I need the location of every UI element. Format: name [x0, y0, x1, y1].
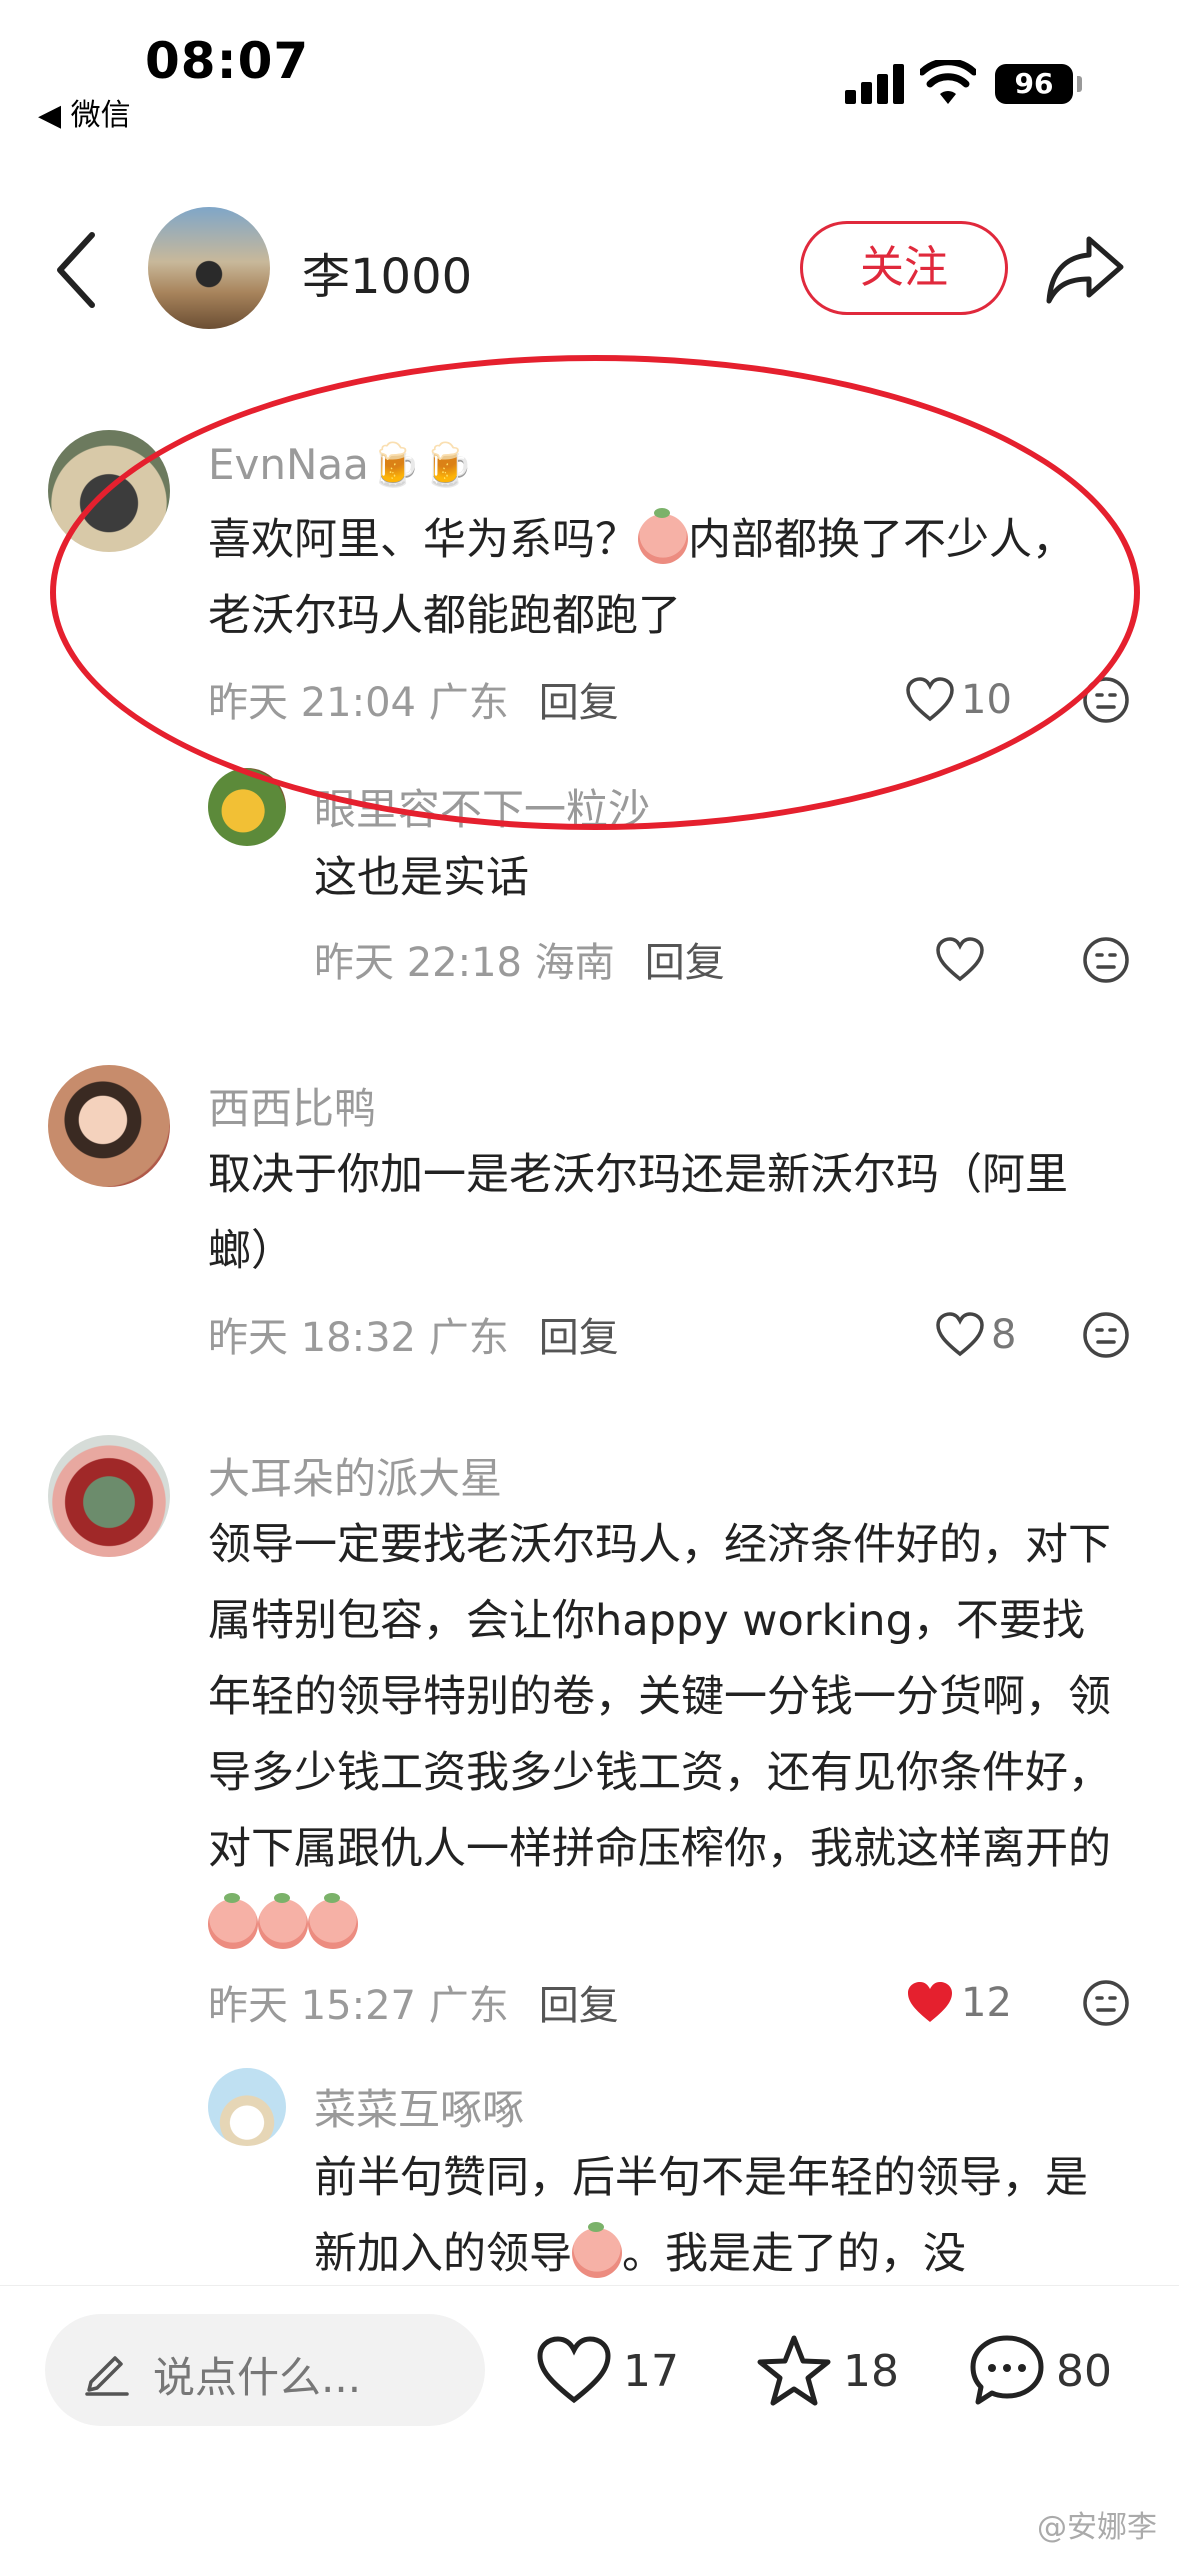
comment-text-part: 。我是走了的，没 [622, 2229, 966, 2279]
emoji-reaction-icon[interactable] [1082, 1311, 1130, 1359]
peach-emoji-icon [638, 508, 688, 564]
commenter-name[interactable]: EvnNaa🍺🍺 [208, 440, 474, 490]
status-time: 08:07 [145, 32, 310, 90]
peach-emoji-icon [572, 2222, 622, 2278]
pencil-icon [85, 2356, 129, 2396]
like-count: 8 [991, 1312, 1017, 1358]
reply-button[interactable]: 回复 [539, 1315, 619, 1361]
commenter-name[interactable]: 菜菜互啄啄 [314, 2076, 524, 2137]
like-count: 17 [623, 2345, 679, 2397]
commenter-name[interactable]: 眼里容不下一粒沙 [314, 776, 650, 837]
emoji-reaction-icon[interactable] [1082, 936, 1130, 984]
comment-meta: 昨天 22:18 海南 回复 [314, 930, 725, 988]
favorite-button[interactable]: 18 [755, 2326, 899, 2416]
comment-text: 这也是实话 [314, 853, 529, 903]
battery-tip [1077, 76, 1082, 92]
wifi-icon [920, 60, 976, 104]
battery-indicator: 96 [995, 64, 1073, 104]
comment-item: 西西比鸭 取决于你加一是老沃尔玛还是新沃尔玛（阿里螂） 昨天 18:32 广东回… [0, 1065, 1179, 1365]
profile-header: 李1000 关注 [0, 195, 1179, 345]
comments-button[interactable]: 80 [968, 2326, 1112, 2416]
author-username[interactable]: 李1000 [302, 237, 472, 307]
commenter-name[interactable]: 西西比鸭 [208, 1075, 376, 1136]
comment-time-location: 昨天 22:18 海南 [314, 940, 615, 986]
chat-bubble-icon [970, 2335, 1044, 2405]
comment-like-button[interactable]: 10 [905, 670, 1012, 730]
share-icon[interactable] [1045, 233, 1125, 305]
emoji-reaction-icon[interactable] [1082, 1979, 1130, 2027]
commenter-avatar[interactable] [208, 2068, 286, 2146]
comment-item: 大耳朵的派大星 领导一定要找老沃尔玛人，经济条件好的，对下属特别包容，会让你ha… [0, 1435, 1179, 2035]
comment-time-location: 昨天 18:32 广东 [208, 1315, 509, 1361]
status-bar: 08:07 ◀ 微信 96 [0, 0, 1179, 150]
comment-meta: 昨天 15:27 广东 回复 [208, 1973, 619, 2031]
commenter-avatar[interactable] [48, 1435, 170, 1557]
comment-meta: 昨天 21:04 广东 回复 [208, 670, 619, 728]
comment-text: 喜欢阿里、华为系吗？ 内部都换了不少人，老沃尔玛人都能跑都跑了 [208, 502, 1088, 654]
comment-time-location: 昨天 15:27 广东 [208, 1983, 509, 2029]
follow-button[interactable]: 关注 [800, 221, 1008, 315]
cellular-signal-icon [845, 64, 907, 104]
comment-input-placeholder: 说点什么... [153, 2353, 362, 2402]
peach-emoji-icon [208, 1893, 258, 1949]
bottom-action-bar: 说点什么... 17 18 80 @安娜李 [0, 2285, 1179, 2556]
comment-text: 前半句赞同，后半句不是年轻的领导，是新加入的领导 。我是走了的，没 [314, 2140, 1114, 2285]
comment-text: 取决于你加一是老沃尔玛还是新沃尔玛（阿里螂） [208, 1150, 1068, 1276]
comment-text: 领导一定要找老沃尔玛人，经济条件好的，对下属特别包容，会让你happy work… [208, 1507, 1118, 1963]
comment-like-button[interactable]: 8 [935, 1305, 1016, 1365]
comment-like-button[interactable] [935, 930, 991, 990]
comment-count: 80 [1056, 2345, 1112, 2397]
heart-filled-icon [908, 1982, 952, 2022]
commenter-avatar[interactable] [208, 768, 286, 846]
reply-button[interactable]: 回复 [539, 1983, 619, 2029]
heart-outline-icon [537, 2336, 611, 2404]
commenter-name[interactable]: 大耳朵的派大星 [208, 1445, 502, 1506]
commenter-avatar[interactable] [48, 430, 170, 552]
comment-like-button[interactable]: 12 [905, 1973, 1012, 2033]
reply-item: 眼里容不下一粒沙 这也是实话 昨天 22:18 海南 回复 [0, 768, 1179, 998]
heart-outline-icon [936, 937, 984, 982]
star-count: 18 [843, 2345, 899, 2397]
star-outline-icon [757, 2335, 831, 2406]
peach-emoji-icon [258, 1893, 308, 1949]
back-arrow-icon[interactable] [48, 225, 108, 315]
reply-button[interactable]: 回复 [539, 680, 619, 726]
reply-button[interactable]: 回复 [645, 940, 725, 986]
comment-item: EvnNaa🍺🍺 喜欢阿里、华为系吗？ 内部都换了不少人，老沃尔玛人都能跑都跑了 … [0, 430, 1179, 730]
emoji-reaction-icon[interactable] [1082, 676, 1130, 724]
heart-outline-icon [906, 677, 954, 722]
comment-text-part: 喜欢阿里、华为系吗？ [208, 515, 638, 565]
weibo-watermark: @安娜李 [1037, 2510, 1157, 2545]
like-button[interactable]: 17 [535, 2326, 679, 2416]
back-to-wechat-link[interactable]: ◀ 微信 [38, 90, 131, 134]
like-count: 12 [961, 1980, 1012, 2026]
commenter-avatar[interactable] [48, 1065, 170, 1187]
heart-outline-icon [936, 1312, 984, 1357]
author-avatar[interactable] [148, 207, 270, 329]
peach-emoji-icon [308, 1893, 358, 1949]
comment-input[interactable]: 说点什么... [45, 2314, 485, 2426]
comment-time-location: 昨天 21:04 广东 [208, 680, 509, 726]
like-count: 10 [961, 677, 1012, 723]
comment-text-part: 领导一定要找老沃尔玛人，经济条件好的，对下属特别包容，会让你happy work… [208, 1520, 1111, 1874]
comment-meta: 昨天 18:32 广东 回复 [208, 1305, 619, 1363]
reply-item: 菜菜互啄啄 前半句赞同，后半句不是年轻的领导，是新加入的领导 。我是走了的，没 [0, 2068, 1179, 2285]
